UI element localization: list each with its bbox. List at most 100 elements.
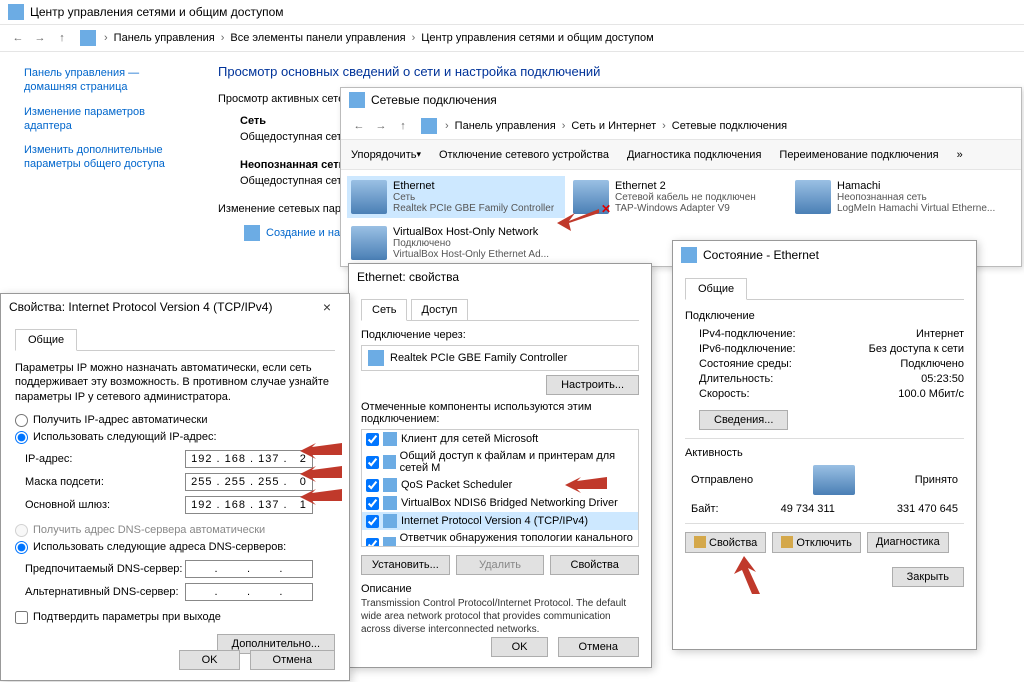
up-button[interactable]: ↑ [393, 116, 413, 136]
back-button[interactable]: ← [8, 28, 28, 48]
component-item[interactable]: Ответчик обнаружения топологии канальног… [362, 530, 638, 547]
rename-connection[interactable]: Переименование подключения [779, 149, 938, 161]
component-checkbox[interactable] [366, 433, 379, 446]
tutorial-arrow [300, 466, 342, 485]
description-label: Описание [361, 583, 639, 595]
more-menu[interactable]: » [957, 149, 963, 161]
status-row: Скорость:100.0 Мбит/с [699, 388, 964, 400]
dns2-input[interactable] [185, 583, 313, 601]
window-icon [681, 247, 697, 263]
up-button[interactable]: ↑ [52, 28, 72, 48]
connection-item[interactable]: VirtualBox Host-Only NetworkПодключеноVi… [347, 222, 565, 264]
component-item[interactable]: Клиент для сетей Microsoft [362, 430, 638, 448]
component-item[interactable]: VirtualBox NDIS6 Bridged Networking Driv… [362, 494, 638, 512]
window-title: Состояние - Ethernet [703, 248, 819, 262]
breadcrumb-item[interactable]: Сеть и Интернет [571, 120, 656, 132]
component-icon [383, 496, 397, 510]
diagnose-button[interactable]: Диагностика [867, 532, 949, 553]
disable-device[interactable]: Отключение сетевого устройства [439, 149, 609, 161]
connection-status: Сетевой кабель не подключен [615, 192, 756, 203]
tab-general[interactable]: Общие [685, 278, 747, 300]
properties-button[interactable]: Свойства [685, 532, 766, 553]
bytes-label: Байт: [691, 503, 719, 515]
connection-name: VirtualBox Host-Only Network [393, 226, 549, 238]
tab-row: Общие [685, 277, 964, 300]
component-checkbox[interactable] [366, 538, 379, 548]
component-icon [383, 514, 397, 528]
breadcrumb-bar: ← → ↑ › Панель управления › Все элементы… [0, 24, 1024, 52]
description-text: Transmission Control Protocol/Internet P… [361, 597, 639, 636]
breadcrumb-item[interactable]: Все элементы панели управления [230, 32, 405, 44]
tab-network[interactable]: Сеть [361, 299, 407, 321]
connection-item[interactable]: EthernetСетьRealtek PCIe GBE Family Cont… [347, 176, 565, 218]
gateway-label: Основной шлюз: [25, 499, 185, 511]
component-checkbox[interactable] [366, 479, 379, 492]
breadcrumb-item[interactable]: Сетевые подключения [672, 120, 787, 132]
tutorial-arrow [300, 443, 342, 462]
ok-button[interactable]: OK [179, 650, 241, 670]
adapter-icon [795, 180, 831, 214]
component-checkbox[interactable] [366, 515, 379, 528]
connection-device: VirtualBox Host-Only Ethernet Ad... [393, 249, 549, 260]
tab-general[interactable]: Общие [15, 329, 77, 351]
nav-adapter-settings[interactable]: Изменение параметров адаптера [24, 105, 175, 134]
tab-access[interactable]: Доступ [411, 299, 469, 321]
connection-status: Подключено [393, 238, 549, 249]
title-bar: Состояние - Ethernet [673, 241, 976, 269]
cancel-button[interactable]: Отмена [558, 637, 639, 657]
gateway-input[interactable] [185, 496, 313, 514]
connection-device: TAP-Windows Adapter V9 [615, 203, 756, 214]
title-bar: Сетевые подключения [341, 88, 1021, 112]
adapter-name: Realtek PCIe GBE Family Controller [390, 352, 567, 364]
breadcrumb-item[interactable]: Панель управления [455, 120, 556, 132]
dns1-input[interactable] [185, 560, 313, 578]
setup-icon [244, 225, 260, 241]
details-button[interactable]: Сведения... [699, 410, 788, 430]
status-row: Длительность:05:23:50 [699, 373, 964, 385]
ip-label: IP-адрес: [25, 453, 185, 465]
component-checkbox[interactable] [366, 456, 379, 469]
install-button[interactable]: Установить... [361, 555, 450, 575]
radio-manual-ip[interactable]: Использовать следующий IP-адрес: [15, 431, 335, 444]
breadcrumb-item[interactable]: Центр управления сетями и общим доступом [421, 32, 653, 44]
tab-row: Сеть Доступ [361, 298, 639, 321]
connection-item[interactable]: HamachiНеопознанная сетьLogMeIn Hamachi … [791, 176, 1009, 218]
mask-input[interactable] [185, 473, 313, 491]
close-icon[interactable]: × [313, 299, 341, 315]
organize-menu[interactable]: Упорядочить [351, 149, 421, 161]
disable-button[interactable]: Отключить [772, 532, 861, 553]
recv-label: Принято [915, 474, 958, 486]
tutorial-arrow [300, 489, 342, 508]
window-icon [349, 92, 365, 108]
tutorial-arrow [565, 477, 607, 496]
ok-button[interactable]: OK [491, 637, 549, 657]
breadcrumb-item[interactable]: Панель управления [114, 32, 215, 44]
back-button[interactable]: ← [349, 116, 369, 136]
radio-manual-dns[interactable]: Использовать следующие адреса DNS-сервер… [15, 541, 335, 554]
remove-button[interactable]: Удалить [456, 555, 545, 575]
nav-advanced-sharing[interactable]: Изменить дополнительные параметры общего… [24, 143, 175, 172]
connection-status: Сеть [393, 192, 554, 203]
radio-auto-ip[interactable]: Получить IP-адрес автоматически [15, 414, 335, 427]
component-properties-button[interactable]: Свойства [550, 555, 639, 575]
help-text: Параметры IP можно назначать автоматичес… [15, 361, 335, 404]
confirm-checkbox[interactable]: Подтвердить параметры при выходе [15, 611, 335, 624]
nav-home[interactable]: Панель управления — домашняя страница [24, 66, 175, 95]
ip-input[interactable] [185, 450, 313, 468]
connection-name: Ethernet 2 [615, 180, 756, 192]
configure-button[interactable]: Настроить... [546, 375, 639, 395]
close-button[interactable]: Закрыть [892, 567, 964, 587]
forward-button[interactable]: → [30, 28, 50, 48]
connection-item[interactable]: Ethernet 2Сетевой кабель не подключенTAP… [569, 176, 787, 218]
connect-via-label: Подключение через: [361, 329, 639, 341]
component-item[interactable]: Общий доступ к файлам и принтерам для се… [362, 448, 638, 476]
adapter-icon [351, 226, 387, 260]
diagnose-connection[interactable]: Диагностика подключения [627, 149, 761, 161]
connection-status: Неопознанная сеть [837, 192, 995, 203]
component-checkbox[interactable] [366, 497, 379, 510]
sent-label: Отправлено [691, 474, 753, 486]
tab-row: Общие [15, 328, 335, 351]
cancel-button[interactable]: Отмена [250, 650, 335, 670]
forward-button[interactable]: → [371, 116, 391, 136]
component-item[interactable]: Internet Protocol Version 4 (TCP/IPv4) [362, 512, 638, 530]
